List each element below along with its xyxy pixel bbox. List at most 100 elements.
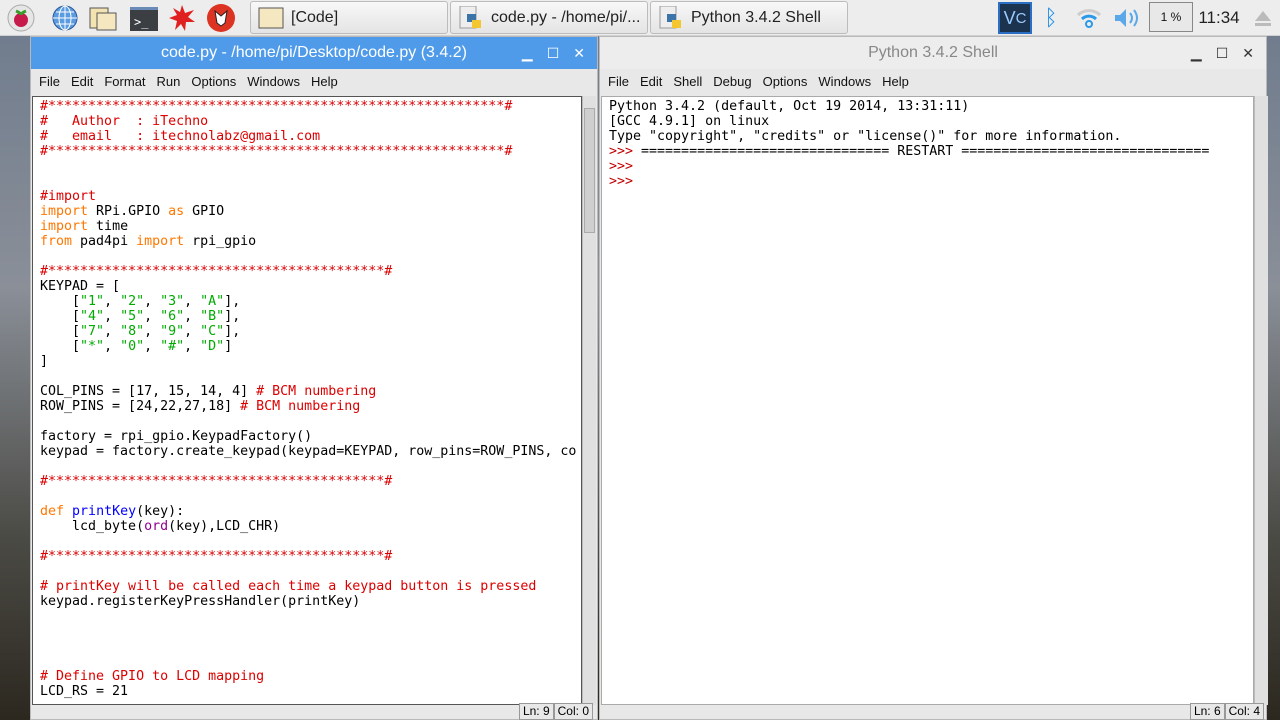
bluetooth-icon[interactable]: ᛒ	[1038, 2, 1064, 34]
menu-edit[interactable]: Edit	[640, 74, 662, 89]
close-button[interactable]: ✕	[573, 45, 585, 62]
code-token: rpi_gpio	[184, 234, 257, 249]
code-token: printKey	[72, 504, 137, 519]
code-line: # email : itechnolabz@gmail.com	[40, 129, 581, 144]
code-token: ,	[184, 324, 201, 339]
file-manager-icon[interactable]	[88, 4, 118, 32]
code-editor-text[interactable]: #***************************************…	[32, 96, 582, 705]
code-line: import time	[40, 219, 581, 234]
code-token: ,	[184, 309, 201, 324]
editor-scrollbar[interactable]	[582, 96, 596, 705]
editor-titlebar[interactable]: code.py - /home/pi/Desktop/code.py (3.4.…	[31, 37, 597, 69]
minimize-button[interactable]: ▁	[522, 45, 533, 62]
scroll-thumb[interactable]	[584, 108, 595, 233]
menu-help[interactable]: Help	[311, 74, 338, 89]
code-token: >>>	[609, 159, 642, 174]
code-token: "1"	[80, 294, 105, 309]
task-label: code.py - /home/pi/...	[491, 8, 641, 26]
code-token: "2"	[120, 294, 145, 309]
menu-debug[interactable]: Debug	[713, 74, 751, 89]
code-line: ["4", "5", "6", "B"],	[40, 309, 581, 324]
editor-menubar: File Edit Format Run Options Windows Help	[31, 69, 597, 93]
code-token: ,	[144, 294, 161, 309]
volume-icon[interactable]	[1110, 2, 1144, 34]
wifi-icon[interactable]	[1072, 2, 1106, 34]
code-line: #***************************************…	[40, 549, 581, 564]
shell-menubar: File Edit Shell Debug Options Windows Help	[600, 69, 1266, 93]
code-token: ]	[224, 339, 233, 354]
code-token: def	[40, 504, 65, 519]
menu-shell[interactable]: Shell	[673, 74, 702, 89]
code-token: as	[168, 204, 185, 219]
code-token: "*"	[80, 339, 105, 354]
menu-file[interactable]: File	[39, 74, 60, 89]
menu-options[interactable]: Options	[191, 74, 236, 89]
code-token: # printKey will be called each time a ke…	[40, 579, 537, 594]
code-token: "#"	[160, 339, 185, 354]
task-python-shell[interactable]: Python 3.4.2 Shell	[650, 1, 848, 34]
code-token: # Author : iTechno	[40, 114, 209, 129]
eject-icon[interactable]	[1250, 2, 1276, 34]
code-token: "D"	[200, 339, 225, 354]
menu-help[interactable]: Help	[882, 74, 909, 89]
task-code-folder[interactable]: [Code]	[250, 1, 448, 34]
code-token: # email : itechnolabz@gmail.com	[40, 129, 321, 144]
minimize-button[interactable]: ▁	[1191, 45, 1202, 62]
raspberry-menu-icon[interactable]	[6, 4, 36, 32]
code-token: Python 3.4.2 (default, Oct 19 2014, 13:3…	[609, 99, 970, 114]
clock[interactable]: 11:34	[1197, 2, 1241, 34]
menu-windows[interactable]: Windows	[818, 74, 871, 89]
code-token: ,	[184, 294, 201, 309]
shell-scrollbar[interactable]	[1254, 96, 1268, 705]
maximize-button[interactable]: ☐	[547, 45, 560, 62]
code-token: # Define GPIO to LCD mapping	[40, 669, 265, 684]
menu-file[interactable]: File	[608, 74, 629, 89]
code-token: Type "copyright", "credits" or "license(…	[609, 129, 1122, 144]
code-token: "0"	[120, 339, 145, 354]
code-token: import	[40, 204, 89, 219]
shell-output[interactable]: Python 3.4.2 (default, Oct 19 2014, 13:3…	[601, 96, 1254, 705]
code-token: import	[40, 219, 89, 234]
menu-windows[interactable]: Windows	[247, 74, 300, 89]
line-number: Ln: 6	[1189, 703, 1225, 720]
wolfram-icon[interactable]	[206, 4, 236, 32]
code-line: >>>	[609, 174, 1253, 189]
code-token: GPIO	[184, 204, 225, 219]
code-token: ]	[40, 354, 49, 369]
task-code-editor[interactable]: code.py - /home/pi/...	[450, 1, 648, 34]
window-title: Python 3.4.2 Shell	[868, 44, 998, 61]
menu-format[interactable]: Format	[104, 74, 145, 89]
close-button[interactable]: ✕	[1242, 45, 1254, 62]
code-token: [	[40, 324, 81, 339]
cpu-monitor[interactable]: 1 %	[1149, 2, 1193, 32]
code-token: [GCC 4.9.1] on linux	[609, 114, 770, 129]
editor-statusbar: Ln: 9 Col: 0	[518, 703, 593, 720]
terminal-icon[interactable]: >_	[129, 4, 159, 32]
code-token: ,	[104, 309, 121, 324]
menu-run[interactable]: Run	[157, 74, 181, 89]
vnc-icon[interactable]: VC	[998, 2, 1032, 34]
mathematica-icon[interactable]	[167, 4, 197, 32]
code-token: "C"	[200, 324, 225, 339]
task-label: Python 3.4.2 Shell	[691, 8, 821, 26]
code-token: "8"	[120, 324, 145, 339]
maximize-button[interactable]: ☐	[1216, 45, 1229, 62]
code-line: keypad = factory.create_keypad(keypad=KE…	[40, 444, 581, 459]
code-line: LCD_RS = 21	[40, 684, 581, 699]
code-token: ],	[224, 309, 241, 324]
menu-options[interactable]: Options	[763, 74, 808, 89]
code-token: KEYPAD = [	[40, 279, 121, 294]
code-token: "3"	[160, 294, 185, 309]
code-line: def printKey(key):	[40, 504, 581, 519]
menu-edit[interactable]: Edit	[71, 74, 93, 89]
shell-titlebar[interactable]: Python 3.4.2 Shell ▁ ☐ ✕	[600, 37, 1266, 69]
svg-text:>_: >_	[134, 15, 149, 29]
code-line: >>>	[609, 159, 1253, 174]
web-browser-icon[interactable]	[50, 4, 80, 32]
